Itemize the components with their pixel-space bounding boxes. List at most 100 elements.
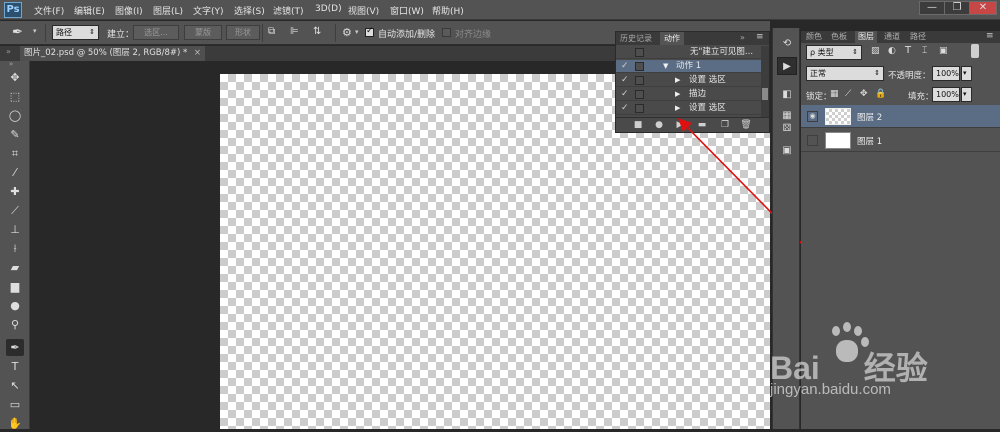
- menu-3d[interactable]: 3D(D): [315, 4, 342, 14]
- lock-pixels-icon[interactable]: ⟋: [845, 89, 851, 99]
- eye-icon[interactable]: ◉: [807, 111, 818, 122]
- lasso-tool-icon[interactable]: ◯: [6, 107, 24, 124]
- character-panel-icon[interactable]: ▣: [777, 142, 797, 160]
- dodge-tool-icon[interactable]: ⚲: [6, 316, 24, 333]
- checkmark-icon[interactable]: ✓: [621, 60, 629, 73]
- eraser-tool-icon[interactable]: ▰: [6, 259, 24, 276]
- type-tool-icon[interactable]: T: [6, 358, 24, 375]
- restore-button[interactable]: ❐: [944, 1, 970, 15]
- dialog-toggle-box[interactable]: [635, 104, 644, 113]
- menu-filter[interactable]: 滤镜(T): [273, 4, 304, 17]
- make-shape-button[interactable]: 形状: [226, 25, 260, 40]
- close-button[interactable]: ✕: [969, 1, 997, 15]
- filter-toggle-icon[interactable]: [971, 44, 979, 58]
- gradient-tool-icon[interactable]: ▆: [6, 278, 24, 295]
- expanded-triangle-icon[interactable]: ▼: [663, 60, 668, 73]
- close-tab-icon[interactable]: ×: [194, 46, 201, 61]
- tab-history[interactable]: 历史记录: [616, 32, 656, 45]
- layer-row[interactable]: ◉ 图层 2: [801, 105, 1000, 128]
- opacity-dropdown-button[interactable]: ▾: [961, 66, 972, 81]
- record-icon[interactable]: ●: [651, 119, 667, 132]
- pen-tool-icon[interactable]: ✒: [6, 339, 24, 356]
- collapsed-triangle-icon[interactable]: ▶: [675, 88, 680, 101]
- brush-tool-icon[interactable]: ⟋: [6, 202, 24, 219]
- stop-icon[interactable]: ■: [630, 119, 646, 132]
- gear-icon[interactable]: ⚙: [342, 26, 352, 39]
- tab-layers[interactable]: 图层: [855, 31, 877, 43]
- menu-image[interactable]: 图像(I): [115, 4, 143, 17]
- panel-menu-icon[interactable]: ≡: [986, 31, 994, 41]
- collapse-arrows-icon[interactable]: »: [740, 33, 745, 42]
- pixel-filter-icon[interactable]: ▨: [871, 46, 880, 56]
- path-mode-select[interactable]: 路径 ⇕: [52, 25, 99, 40]
- make-mask-button[interactable]: 蒙版: [184, 25, 222, 40]
- make-selection-button[interactable]: 选区...: [133, 25, 179, 40]
- checkmark-icon[interactable]: ✓: [621, 102, 629, 115]
- dialog-toggle-box[interactable]: [635, 76, 644, 85]
- fill-input[interactable]: 100%: [932, 87, 960, 102]
- actions-panel-icon[interactable]: ▶: [777, 57, 797, 75]
- chevron-down-icon[interactable]: ▾: [355, 28, 359, 36]
- document-tab[interactable]: 图片_02.psd @ 50% (图层 2, RGB/8#) * ×: [20, 46, 205, 61]
- tab-swatches[interactable]: 色板: [828, 31, 850, 43]
- path-arrangement-icon[interactable]: ⇅: [313, 26, 321, 37]
- dialog-toggle-box[interactable]: [635, 48, 644, 57]
- history-brush-tool-icon[interactable]: ⟊: [6, 240, 24, 257]
- marquee-tool-icon[interactable]: ⬚: [6, 88, 24, 105]
- tab-channels[interactable]: 通道: [881, 31, 903, 43]
- menu-type[interactable]: 文字(Y): [193, 4, 224, 17]
- panel-menu-icon[interactable]: ≡: [756, 32, 764, 42]
- menu-window[interactable]: 窗口(W): [390, 4, 424, 17]
- checkmark-icon[interactable]: ✓: [621, 74, 629, 87]
- eyedropper-tool-icon[interactable]: ⁄: [6, 164, 24, 181]
- healing-brush-tool-icon[interactable]: ✚: [6, 183, 24, 200]
- tab-paths[interactable]: 路径: [907, 31, 929, 43]
- type-filter-icon[interactable]: T: [905, 45, 911, 56]
- pen-tool-preset-icon[interactable]: ✒: [12, 25, 23, 40]
- collapse-arrows-icon[interactable]: »: [6, 47, 11, 56]
- blur-tool-icon[interactable]: ●: [6, 297, 24, 314]
- path-operations-icon[interactable]: ⧉: [268, 26, 275, 37]
- tab-color[interactable]: 颜色: [803, 31, 825, 43]
- path-alignment-icon[interactable]: ⊫: [290, 26, 299, 37]
- path-selection-tool-icon[interactable]: ↖: [6, 377, 24, 394]
- dialog-toggle-box[interactable]: [635, 62, 644, 71]
- align-edges-checkbox[interactable]: [442, 28, 451, 37]
- menu-select[interactable]: 选择(S): [234, 4, 265, 17]
- opacity-input[interactable]: 100%: [932, 66, 960, 81]
- crop-tool-icon[interactable]: ⌗: [6, 145, 24, 162]
- properties-panel-icon[interactable]: ⚄: [777, 120, 797, 138]
- visibility-toggle-box[interactable]: [807, 135, 818, 146]
- rectangle-tool-icon[interactable]: ▭: [6, 396, 24, 413]
- move-tool-icon[interactable]: ✥: [6, 69, 24, 86]
- clone-stamp-tool-icon[interactable]: ⊥: [6, 221, 24, 238]
- layer-filter-select[interactable]: ρ 类型 ⇕: [806, 45, 862, 60]
- auto-add-checkbox[interactable]: ✓: [365, 26, 374, 37]
- adjustment-filter-icon[interactable]: ◐: [888, 46, 896, 56]
- action-row[interactable]: ✓ ▼ 动作 1: [616, 60, 761, 73]
- collapse-arrows-icon[interactable]: »: [9, 60, 13, 68]
- lock-position-icon[interactable]: ✥: [860, 89, 868, 99]
- minimize-button[interactable]: —: [919, 1, 945, 15]
- collapsed-triangle-icon[interactable]: ▶: [675, 74, 680, 87]
- quick-select-tool-icon[interactable]: ✎: [6, 126, 24, 143]
- hand-tool-icon[interactable]: ✋: [6, 415, 24, 432]
- menu-help[interactable]: 帮助(H): [432, 4, 464, 17]
- action-step-row[interactable]: ✓ ▶ 描边: [616, 88, 761, 101]
- smart-object-filter-icon[interactable]: ▣: [939, 46, 948, 56]
- adjustments-panel-icon[interactable]: ◧: [777, 86, 797, 104]
- scrollbar-thumb[interactable]: [762, 88, 768, 100]
- action-step-row[interactable]: ✓ ▶ 设置 选区: [616, 74, 761, 87]
- tab-actions[interactable]: 动作: [660, 32, 684, 45]
- menu-edit[interactable]: 编辑(E): [74, 4, 105, 17]
- lock-all-icon[interactable]: 🔒: [875, 89, 886, 99]
- fill-dropdown-button[interactable]: ▾: [961, 87, 972, 102]
- lock-transparency-icon[interactable]: ▦: [830, 89, 839, 99]
- chevron-down-icon[interactable]: ▾: [33, 27, 37, 35]
- menu-view[interactable]: 视图(V): [348, 4, 379, 17]
- checkmark-icon[interactable]: ✓: [621, 88, 629, 101]
- layer-row[interactable]: 图层 1: [801, 129, 1000, 152]
- actions-scrollbar[interactable]: [761, 46, 769, 120]
- blend-mode-select[interactable]: 正常 ⇕: [806, 66, 884, 81]
- menu-layer[interactable]: 图层(L): [153, 4, 183, 17]
